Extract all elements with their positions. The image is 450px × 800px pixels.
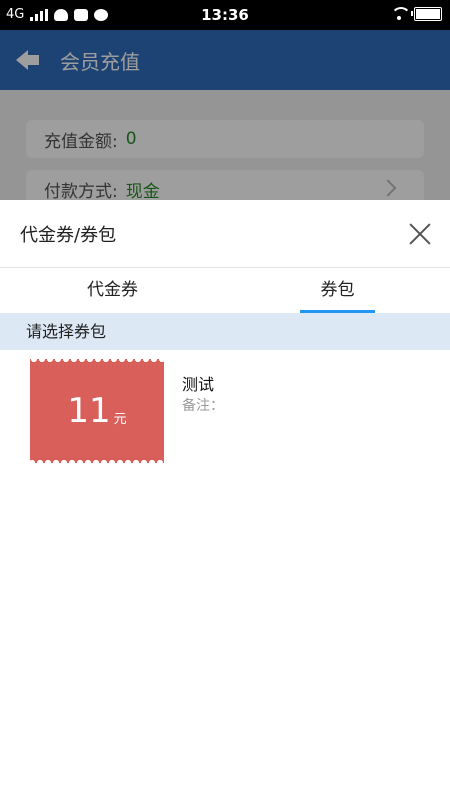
modal-overlay[interactable] <box>0 30 450 200</box>
battery-icon <box>411 7 442 21</box>
voucher-amount: 11 <box>67 391 111 431</box>
tab-vouchers[interactable]: 代金券 <box>0 268 225 313</box>
section-header: 请选择券包 <box>0 313 450 350</box>
clock: 13:36 <box>201 6 249 24</box>
tab-bar: 代金券 券包 <box>0 268 450 313</box>
tab-voucher-packs[interactable]: 券包 <box>225 268 450 313</box>
sheet-title: 代金券/券包 <box>20 224 117 246</box>
voucher-item[interactable]: 11 元 测试 备注： <box>0 350 450 465</box>
voucher-name: 测试 <box>182 375 215 394</box>
voucher-sheet: 代金券/券包 代金券 券包 请选择券包 11 元 测试 备注： <box>0 200 450 800</box>
voucher-note: 备注： <box>182 398 224 414</box>
voucher-unit: 元 <box>113 411 127 427</box>
close-icon[interactable] <box>408 222 432 246</box>
voucher-ticket[interactable]: 11 元 <box>30 359 164 463</box>
sheet-header: 代金券/券包 <box>0 200 450 268</box>
wifi-icon <box>390 7 411 21</box>
status-bar: 4G 13:36 <box>0 0 450 30</box>
